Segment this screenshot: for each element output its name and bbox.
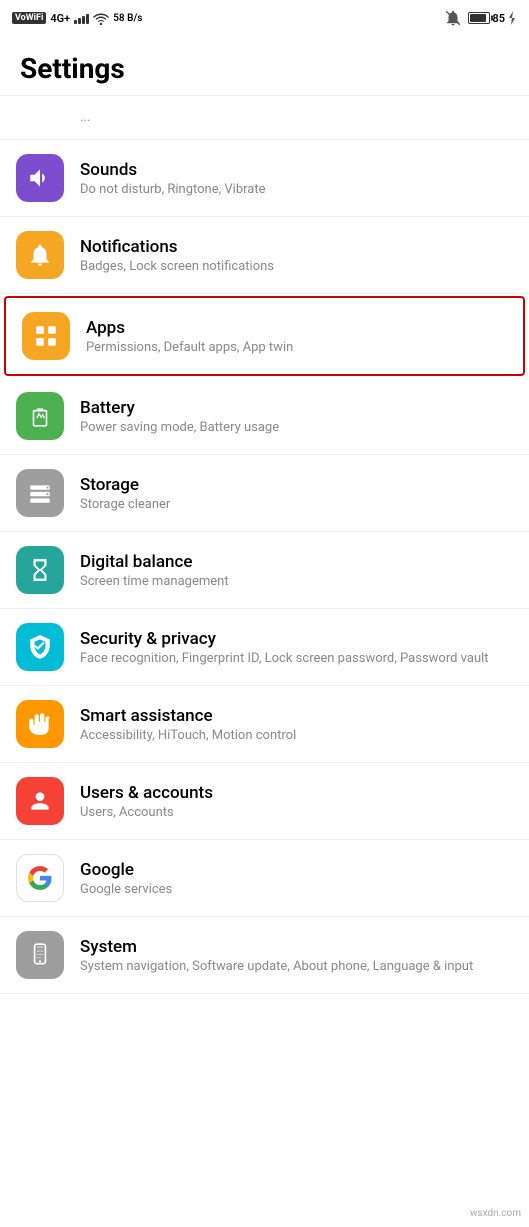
battery-icon-wrapper xyxy=(16,392,64,440)
users-subtitle: Users, Accounts xyxy=(80,805,513,820)
system-text: System System navigation, Software updat… xyxy=(80,937,513,974)
settings-item-google[interactable]: Google Google services xyxy=(0,840,529,917)
storage-subtitle: Storage cleaner xyxy=(80,497,513,512)
speaker-icon xyxy=(27,165,53,191)
sounds-subtitle: Do not disturb, Ringtone, Vibrate xyxy=(80,182,513,197)
storage-icon xyxy=(27,480,53,506)
users-icon-wrapper xyxy=(16,777,64,825)
watermark: wsxdn.com xyxy=(470,1208,521,1219)
signal-bar-1 xyxy=(74,20,77,24)
storage-text: Storage Storage cleaner xyxy=(80,475,513,512)
notifications-subtitle: Badges, Lock screen notifications xyxy=(80,259,513,274)
settings-item-storage[interactable]: Storage Storage cleaner xyxy=(0,455,529,532)
digital-balance-text: Digital balance Screen time management xyxy=(80,552,513,589)
google-subtitle: Google services xyxy=(80,882,513,897)
signal-bar-3 xyxy=(82,16,85,24)
settings-item-apps[interactable]: Apps Permissions, Default apps, App twin xyxy=(4,296,525,376)
smart-assistance-title: Smart assistance xyxy=(80,706,513,726)
apps-grid-icon xyxy=(33,323,59,349)
status-bar: VoWiFi 4G+ 58 B/s 85 xyxy=(0,0,529,36)
sounds-text: Sounds Do not disturb, Ringtone, Vibrate xyxy=(80,160,513,197)
settings-item-battery[interactable]: Battery Power saving mode, Battery usage xyxy=(0,378,529,455)
digital-balance-title: Digital balance xyxy=(80,552,513,572)
users-title: Users & accounts xyxy=(80,783,513,803)
smart-assistance-text: Smart assistance Accessibility, HiTouch,… xyxy=(80,706,513,743)
page-title-bar: Settings xyxy=(0,36,529,95)
apps-text: Apps Permissions, Default apps, App twin xyxy=(86,318,507,355)
network-type: 4G+ xyxy=(50,12,70,25)
security-title: Security & privacy xyxy=(80,629,513,649)
battery-box xyxy=(468,12,490,24)
google-icon xyxy=(27,865,53,891)
battery-title: Battery xyxy=(80,398,513,418)
storage-title: Storage xyxy=(80,475,513,495)
partial-top-text: ... xyxy=(80,110,513,125)
system-icon-wrapper xyxy=(16,931,64,979)
page-title: Settings xyxy=(20,52,509,85)
notifications-icon-wrapper xyxy=(16,231,64,279)
battery-percent: 85 xyxy=(492,12,505,25)
users-text: Users & accounts Users, Accounts xyxy=(80,783,513,820)
battery-text: Battery Power saving mode, Battery usage xyxy=(80,398,513,435)
battery-settings-icon xyxy=(27,403,53,429)
hourglass-icon xyxy=(27,557,53,583)
hand-icon xyxy=(27,711,53,737)
digital-balance-subtitle: Screen time management xyxy=(80,574,513,589)
sounds-title: Sounds xyxy=(80,160,513,180)
signal-bar-4 xyxy=(86,14,89,24)
smart-assistance-subtitle: Accessibility, HiTouch, Motion control xyxy=(80,728,513,743)
security-text: Security & privacy Face recognition, Fin… xyxy=(80,629,513,666)
sounds-icon-wrapper xyxy=(16,154,64,202)
google-title: Google xyxy=(80,860,513,880)
digital-balance-icon-wrapper xyxy=(16,546,64,594)
security-subtitle: Face recognition, Fingerprint ID, Lock s… xyxy=(80,651,513,666)
notifications-title: Notifications xyxy=(80,237,513,257)
battery-fill xyxy=(470,14,485,22)
signal-bar-2 xyxy=(78,18,81,24)
phone-settings-icon xyxy=(27,942,53,968)
settings-item-digital-balance[interactable]: Digital balance Screen time management xyxy=(0,532,529,609)
settings-item-security[interactable]: Security & privacy Face recognition, Fin… xyxy=(0,609,529,686)
shield-icon xyxy=(27,634,53,660)
apps-icon-wrapper xyxy=(22,312,70,360)
settings-item-sounds[interactable]: Sounds Do not disturb, Ringtone, Vibrate xyxy=(0,140,529,217)
battery-subtitle: Power saving mode, Battery usage xyxy=(80,420,513,435)
settings-item-notifications[interactable]: Notifications Badges, Lock screen notifi… xyxy=(0,217,529,294)
security-icon-wrapper xyxy=(16,623,64,671)
apps-title: Apps xyxy=(86,318,507,338)
charging-icon xyxy=(507,11,517,25)
smart-assistance-icon-wrapper xyxy=(16,700,64,748)
settings-item-smart-assistance[interactable]: Smart assistance Accessibility, HiTouch,… xyxy=(0,686,529,763)
bell-icon xyxy=(27,242,53,268)
settings-list: Sounds Do not disturb, Ringtone, Vibrate… xyxy=(0,140,529,994)
system-title: System xyxy=(80,937,513,957)
apps-subtitle: Permissions, Default apps, App twin xyxy=(86,340,507,355)
settings-item-system[interactable]: System System navigation, Software updat… xyxy=(0,917,529,994)
signal-bars xyxy=(74,12,89,24)
status-left: VoWiFi 4G+ 58 B/s xyxy=(12,12,142,25)
wifi-icon xyxy=(93,12,109,25)
google-text: Google Google services xyxy=(80,860,513,897)
vowifi-badge: VoWiFi xyxy=(12,12,46,24)
status-right: 85 xyxy=(444,9,517,27)
mute-icon xyxy=(444,9,462,27)
system-subtitle: System navigation, Software update, Abou… xyxy=(80,959,513,974)
storage-icon-wrapper xyxy=(16,469,64,517)
user-icon xyxy=(27,788,53,814)
battery-indicator: 85 xyxy=(468,11,517,25)
partial-top-item[interactable]: ... xyxy=(0,95,529,140)
settings-item-users[interactable]: Users & accounts Users, Accounts xyxy=(0,763,529,840)
google-icon-wrapper xyxy=(16,854,64,902)
network-speed: 58 B/s xyxy=(113,13,142,24)
notifications-text: Notifications Badges, Lock screen notifi… xyxy=(80,237,513,274)
